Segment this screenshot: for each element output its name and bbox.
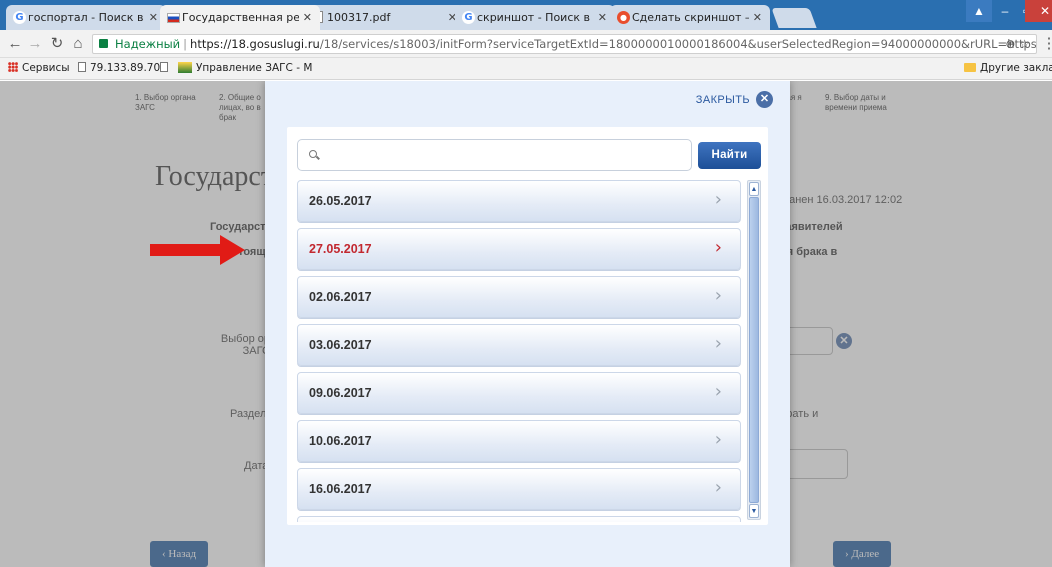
date-label: 09.06.2017 — [309, 386, 372, 400]
date-list: 26.05.2017 › 27.05.2017 › 02.06.2017 › 0… — [297, 180, 741, 522]
search-input[interactable] — [326, 146, 686, 164]
chevron-right-icon: › — [714, 333, 722, 354]
url-host: https://18.gosuslugi.ru — [190, 37, 320, 51]
tab-gosuslugi[interactable]: Государственная регист ✕ — [160, 5, 320, 30]
close-icon: ✕ — [756, 91, 773, 108]
date-label: 03.06.2017 — [309, 338, 372, 352]
other-bookmarks[interactable]: Другие закладки — [964, 62, 1052, 74]
close-window-icon[interactable]: ✕ — [1025, 0, 1052, 22]
date-label: 16.06.2017 — [309, 482, 372, 496]
find-button[interactable]: Найти — [698, 142, 761, 169]
google-icon: G — [462, 11, 475, 24]
lock-icon — [99, 39, 108, 48]
back-arrow-icon[interactable]: ← — [6, 35, 24, 53]
close-label: ЗАКРЫТЬ — [695, 93, 750, 106]
url-path: /18/services/s18003/initForm?serviceTarg… — [319, 37, 1037, 51]
reload-icon[interactable]: ↻ — [48, 35, 66, 53]
tab-strip: G госпортал - Поиск в Goo ✕ Государствен… — [0, 0, 1052, 30]
close-tab-icon[interactable]: ✕ — [753, 11, 762, 24]
date-item[interactable]: 10.06.2017 › — [297, 420, 741, 462]
close-modal-button[interactable]: ЗАКРЫТЬ ✕ — [696, 91, 773, 108]
date-label: 27.05.2017 — [309, 242, 372, 256]
date-item[interactable]: 09.06.2017 › — [297, 372, 741, 414]
google-icon: G — [13, 11, 26, 24]
user-profile-icon[interactable]: ▲ — [966, 0, 992, 22]
menu-icon[interactable]: ⋮ — [1040, 35, 1052, 53]
scroll-up-icon[interactable]: ▲ — [749, 182, 759, 196]
close-tab-icon[interactable]: ✕ — [598, 11, 607, 24]
chevron-right-icon: › — [714, 285, 722, 306]
chevron-right-icon: › — [714, 237, 722, 258]
tab-title: Сделать скриншот — Oi — [632, 11, 749, 24]
date-item-selected[interactable]: 27.05.2017 › — [297, 228, 741, 270]
close-tab-icon[interactable]: ✕ — [149, 11, 158, 24]
date-picker: Найти 26.05.2017 › 27.05.2017 › 02.06.20… — [287, 127, 768, 525]
tab-google-search-2[interactable]: G скриншот - Поиск в Goo ✕ — [455, 5, 615, 30]
chevron-right-icon: › — [714, 189, 722, 210]
date-label: 02.06.2017 — [309, 290, 372, 304]
secure-label: Надежный — [115, 37, 181, 51]
scroll-down-icon[interactable]: ▼ — [749, 504, 759, 518]
bookmark-star-icon[interactable]: ☆ — [1019, 37, 1030, 51]
annotation-arrow-icon — [150, 235, 245, 265]
bookmarks-bar: Сервисы 79.133.89.70 Управление ЗАГС - М… — [0, 58, 1052, 80]
chevron-right-icon: › — [714, 381, 722, 402]
date-item[interactable]: 03.06.2017 › — [297, 324, 741, 366]
tab-title: Государственная регист — [182, 11, 299, 24]
tab-title: скриншот - Поиск в Goo — [477, 11, 594, 24]
bookmark-services[interactable]: Сервисы — [8, 62, 70, 74]
close-tab-icon[interactable]: ✕ — [303, 11, 312, 24]
web-page: 1. Выбор органа ЗАГС 2. Общие о лицах, в… — [0, 81, 1052, 567]
apps-grid-icon — [8, 62, 18, 72]
date-picker-modal: ЗАКРЫТЬ ✕ Найти 26.05.2017 › 27.05.2017 … — [265, 81, 790, 567]
scroll-thumb[interactable] — [749, 197, 759, 503]
folder-icon — [964, 63, 976, 72]
new-tab-button[interactable] — [771, 8, 817, 28]
zoom-icon[interactable]: ⊕ — [1005, 37, 1015, 51]
chevron-right-icon: › — [714, 477, 722, 498]
tab-google-search-1[interactable]: G госпортал - Поиск в Goo ✕ — [6, 5, 166, 30]
date-label: 10.06.2017 — [309, 434, 372, 448]
address-bar[interactable]: Надежный | https://18.gosuslugi.ru/18/serv… — [92, 34, 1037, 54]
date-item-partial[interactable] — [297, 516, 741, 522]
tab-title: госпортал - Поиск в Goo — [28, 11, 145, 24]
page-icon — [160, 62, 168, 72]
screenshot-app-icon: ● — [617, 11, 630, 24]
search-field[interactable] — [297, 139, 692, 171]
bookmark-zags[interactable]: Управление ЗАГС - М — [178, 62, 312, 74]
date-item[interactable]: 16.06.2017 › — [297, 468, 741, 510]
tab-title: 100317.pdf — [327, 11, 391, 24]
page-icon — [78, 62, 86, 72]
tab-screenshot[interactable]: ● Сделать скриншот — Oi ✕ — [610, 5, 770, 30]
home-icon[interactable]: ⌂ — [69, 35, 87, 53]
forward-arrow-icon[interactable]: → — [26, 35, 44, 53]
date-item[interactable]: 02.06.2017 › — [297, 276, 741, 318]
tab-pdf[interactable]: 100317.pdf ✕ — [305, 5, 465, 30]
russian-flag-icon — [167, 13, 180, 23]
bookmark-blank[interactable] — [160, 62, 172, 74]
date-item[interactable]: 26.05.2017 › — [297, 180, 741, 222]
date-label: 26.05.2017 — [309, 194, 372, 208]
browser-toolbar: ← → ↻ ⌂ Надежный | https://18.gosuslugi.ru… — [0, 30, 1052, 58]
search-icon — [309, 150, 317, 158]
zags-icon — [178, 62, 192, 73]
bookmark-ip[interactable]: 79.133.89.70 — [78, 62, 160, 74]
date-list-scrollbar[interactable]: ▲ ▼ — [747, 180, 761, 520]
chevron-right-icon: › — [714, 429, 722, 450]
